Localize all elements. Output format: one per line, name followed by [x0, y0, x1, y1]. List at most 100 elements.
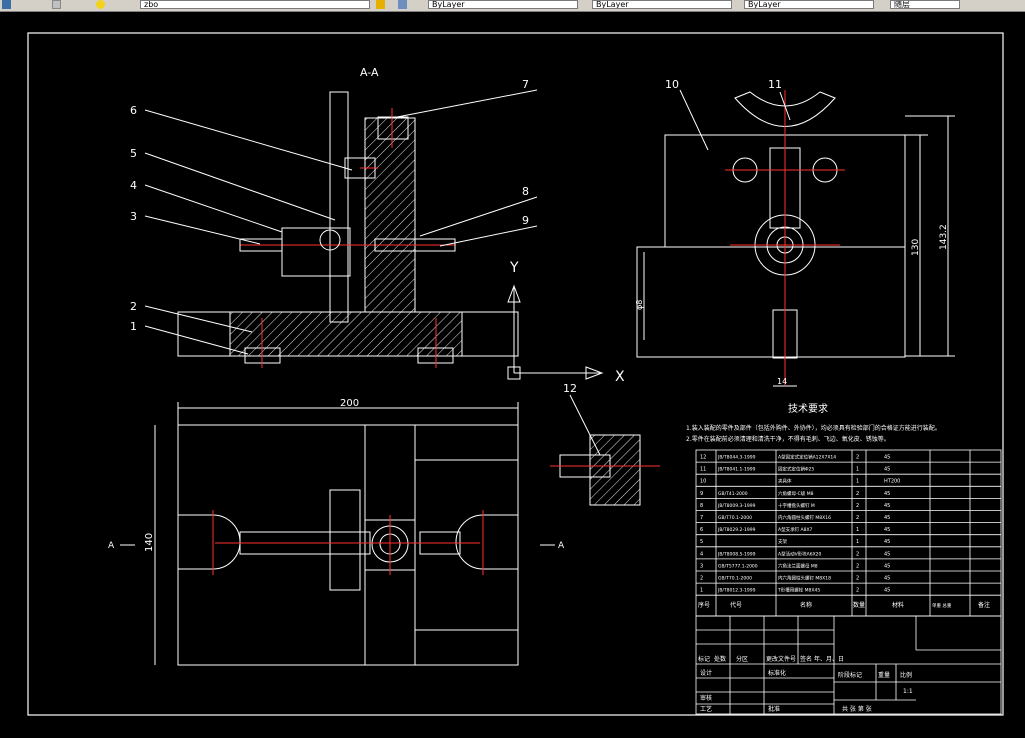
make-current-icon[interactable]	[376, 0, 385, 9]
bom-row-material: 45	[884, 491, 890, 497]
dim-143: 143.2	[939, 224, 949, 250]
bom-row-no: 9	[700, 491, 703, 497]
bom-row-qty: 2	[856, 588, 859, 594]
bom-row-code: JB/T8041.1-1999	[717, 467, 756, 473]
bom-row-qty: 1	[856, 479, 859, 485]
bom-header-material: 材料	[892, 601, 904, 609]
bom-row-material: 45	[884, 527, 890, 533]
bom-row-name: A型固定式定位销A12X7X14	[778, 454, 836, 461]
dim-height: 140	[144, 533, 155, 552]
bom-row-qty: 2	[856, 563, 859, 569]
bom-row-code: GB/T41-2000	[718, 491, 748, 497]
callout-1: 1	[130, 320, 137, 333]
tb-stage: 阶段标记	[838, 671, 862, 679]
lineweight-dropdown[interactable]: ByLayer	[744, 0, 874, 9]
tb-check: 审核	[700, 694, 712, 702]
plan-view-labels: 200 140 A A	[108, 398, 565, 552]
bom-row-name: 六角法兰面螺母 M8	[778, 562, 818, 569]
bom-row-material: 45	[884, 467, 890, 473]
callout-2: 2	[130, 300, 137, 313]
dim-130: 130	[911, 239, 921, 256]
bom-row-qty: 2	[856, 576, 859, 582]
plot-style-dropdown[interactable]: 随层	[890, 0, 960, 9]
bom-row-name: 支架	[778, 538, 787, 545]
tb-scale-value: 1:1	[903, 688, 913, 695]
callout-7: 7	[522, 78, 529, 91]
bom-row-no: 10	[700, 479, 706, 485]
bom-row-no: 11	[700, 467, 706, 473]
bom-row-name: T形槽用螺栓 M8X45	[777, 587, 820, 594]
lightbulb-icon[interactable]	[96, 0, 105, 9]
technical-requirements: 技术要求 1.装入装配的零件及部件（包括外购件、外协件），均必须具有检验部门的合…	[686, 402, 941, 443]
bom-row-material: 45	[884, 515, 890, 521]
linetype-dropdown[interactable]: ByLayer	[592, 0, 732, 9]
bom-row-no: 8	[700, 503, 703, 509]
bom-row-code: JB/T8009.3-1999	[717, 503, 756, 509]
color-dropdown[interactable]: ByLayer	[428, 0, 578, 9]
bom-row-code: GB/T70.1-2000	[718, 576, 752, 582]
cad-drawing[interactable]: A-A 1 2 3 4 5 6 7 8 9 Y X 10 11 130 143.…	[0, 12, 1025, 734]
tb-process: 工艺	[700, 705, 712, 713]
bom-row-material: HT200	[884, 479, 900, 485]
side-view	[636, 89, 955, 387]
bom-row-qty: 2	[856, 491, 859, 497]
bom-row-qty: 2	[856, 455, 859, 461]
bom-row-material: 45	[884, 563, 890, 569]
callout-9: 9	[522, 214, 529, 227]
bom-row-code: JB/T8008.5-1999	[717, 551, 756, 557]
callout-4: 4	[130, 179, 137, 192]
tech-line-1: 1.装入装配的零件及部件（包括外购件、外协件），均必须具有检验部门的合格证方能进…	[686, 424, 941, 432]
tb-sheets: 共 张 第 张	[842, 705, 872, 713]
bill-of-materials: 12 JB/T8044.3-1999 A型固定式定位销A12X7X14 2 4511 JB…	[695, 449, 1002, 617]
side-view-labels: 10 11 130 143.2 φ8 14	[635, 78, 949, 386]
bom-row-qty: 2	[856, 551, 859, 557]
callout-11: 11	[768, 78, 782, 91]
dim-phi: φ8	[635, 300, 644, 310]
bom-row-qty: 2	[856, 503, 859, 509]
bom-header-no: 序号	[698, 601, 710, 609]
bom-row-name: 夹具体	[778, 478, 792, 485]
section-mark-left: A	[108, 541, 115, 551]
section-label: A-A	[360, 66, 379, 79]
tb-count: 处数	[714, 655, 726, 663]
tb-date: 年、月、日	[814, 655, 844, 663]
bom-row-material: 45	[884, 588, 890, 594]
bom-row-name: 十字槽盘头螺钉 M	[778, 502, 815, 509]
drawing-canvas[interactable]: A-A 1 2 3 4 5 6 7 8 9 Y X 10 11 130 143.…	[0, 12, 1025, 734]
dim-14: 14	[777, 377, 787, 386]
layer-state-icon[interactable]	[52, 0, 61, 9]
bom-row-name: A型支承钉 A8X7	[778, 526, 813, 533]
layer-previous-icon[interactable]	[398, 0, 407, 9]
layer-dropdown[interactable]: zbo	[140, 0, 370, 9]
callout-5: 5	[130, 147, 137, 160]
callout-12: 12	[563, 382, 577, 395]
callout-8: 8	[522, 185, 529, 198]
bom-row-no: 12	[700, 455, 706, 461]
bom-row-no: 1	[700, 588, 703, 594]
tech-title: 技术要求	[788, 402, 828, 415]
bom-row-code: JB/T8029.2-1999	[717, 527, 756, 533]
ucs-y-label: Y	[509, 260, 519, 276]
dim-width: 200	[340, 398, 359, 409]
bom-row-qty: 2	[856, 515, 859, 521]
tb-weight: 重量	[878, 671, 890, 679]
bom-row-no: 3	[700, 563, 703, 569]
plan-view	[120, 402, 555, 666]
tb-approve: 批准	[768, 705, 780, 713]
bom-row-no: 7	[700, 515, 703, 521]
tb-sign: 签名	[800, 655, 812, 663]
ucs-x-label: X	[615, 369, 625, 385]
bom-header-note: 备注	[978, 601, 990, 609]
bom-row-qty: 1	[856, 539, 859, 545]
layer-icon[interactable]	[2, 0, 11, 9]
bom-header-name: 名称	[800, 601, 812, 609]
bom-row-code: JB/T8012.3-1999	[717, 588, 756, 594]
tech-line-2: 2.零件在装配前必须清理和清洗干净，不得有毛刺、飞边、氧化皮、锈蚀等。	[686, 435, 890, 443]
bom-header-weight: 单重 总重	[932, 602, 952, 609]
bom-row-qty: 1	[856, 527, 859, 533]
ucs-icon: Y X	[507, 260, 625, 385]
tb-standard: 标准化	[768, 669, 786, 677]
bom-row-material: 45	[884, 551, 890, 557]
bom-row-name: 内六角圆柱头螺钉 M8X18	[778, 575, 831, 582]
bom-row-name: 固定式定位销Φ25	[778, 466, 814, 473]
